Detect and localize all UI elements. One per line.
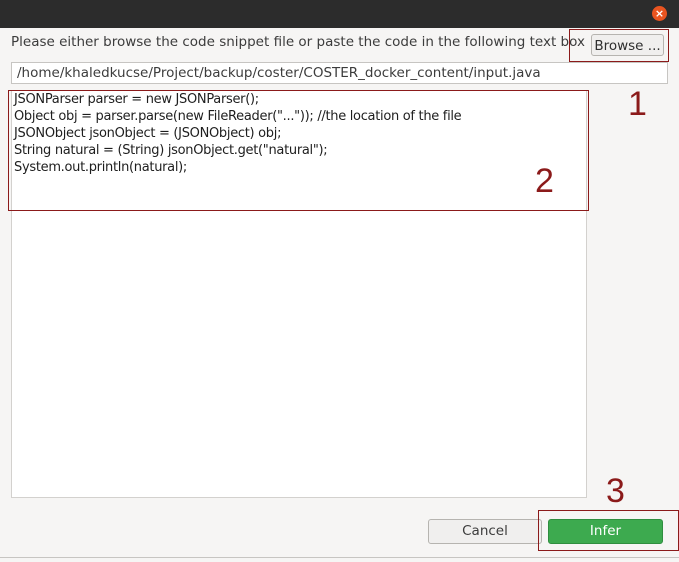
code-line: String natural = (String) jsonObject.get… [14,143,328,158]
cancel-button[interactable]: Cancel [428,519,542,544]
annotation-label-3: 3 [606,472,625,510]
annotation-label-2: 2 [535,162,554,200]
code-line: JSONParser parser = new JSONParser(); [14,92,259,107]
instruction-label: Please either browse the code snippet fi… [11,34,585,50]
infer-button[interactable]: Infer [548,519,663,544]
code-snippet-dialog: × Please either browse the code snippet … [0,0,679,562]
code-line: Object obj = parser.parse(new FileReader… [14,109,462,124]
code-line: JSONObject jsonObject = (JSONObject) obj… [14,126,282,141]
annotation-label-1: 1 [628,85,647,123]
browse-button[interactable]: Browse ... [591,34,664,56]
close-icon[interactable]: × [652,6,667,21]
file-path-field[interactable]: /home/khaledkucse/Project/backup/coster/… [11,62,668,84]
bottom-divider [0,557,679,558]
code-text-area[interactable]: JSONParser parser = new JSONParser(); Ob… [11,90,587,498]
title-bar: × [0,0,679,28]
code-line: System.out.println(natural); [14,160,188,175]
